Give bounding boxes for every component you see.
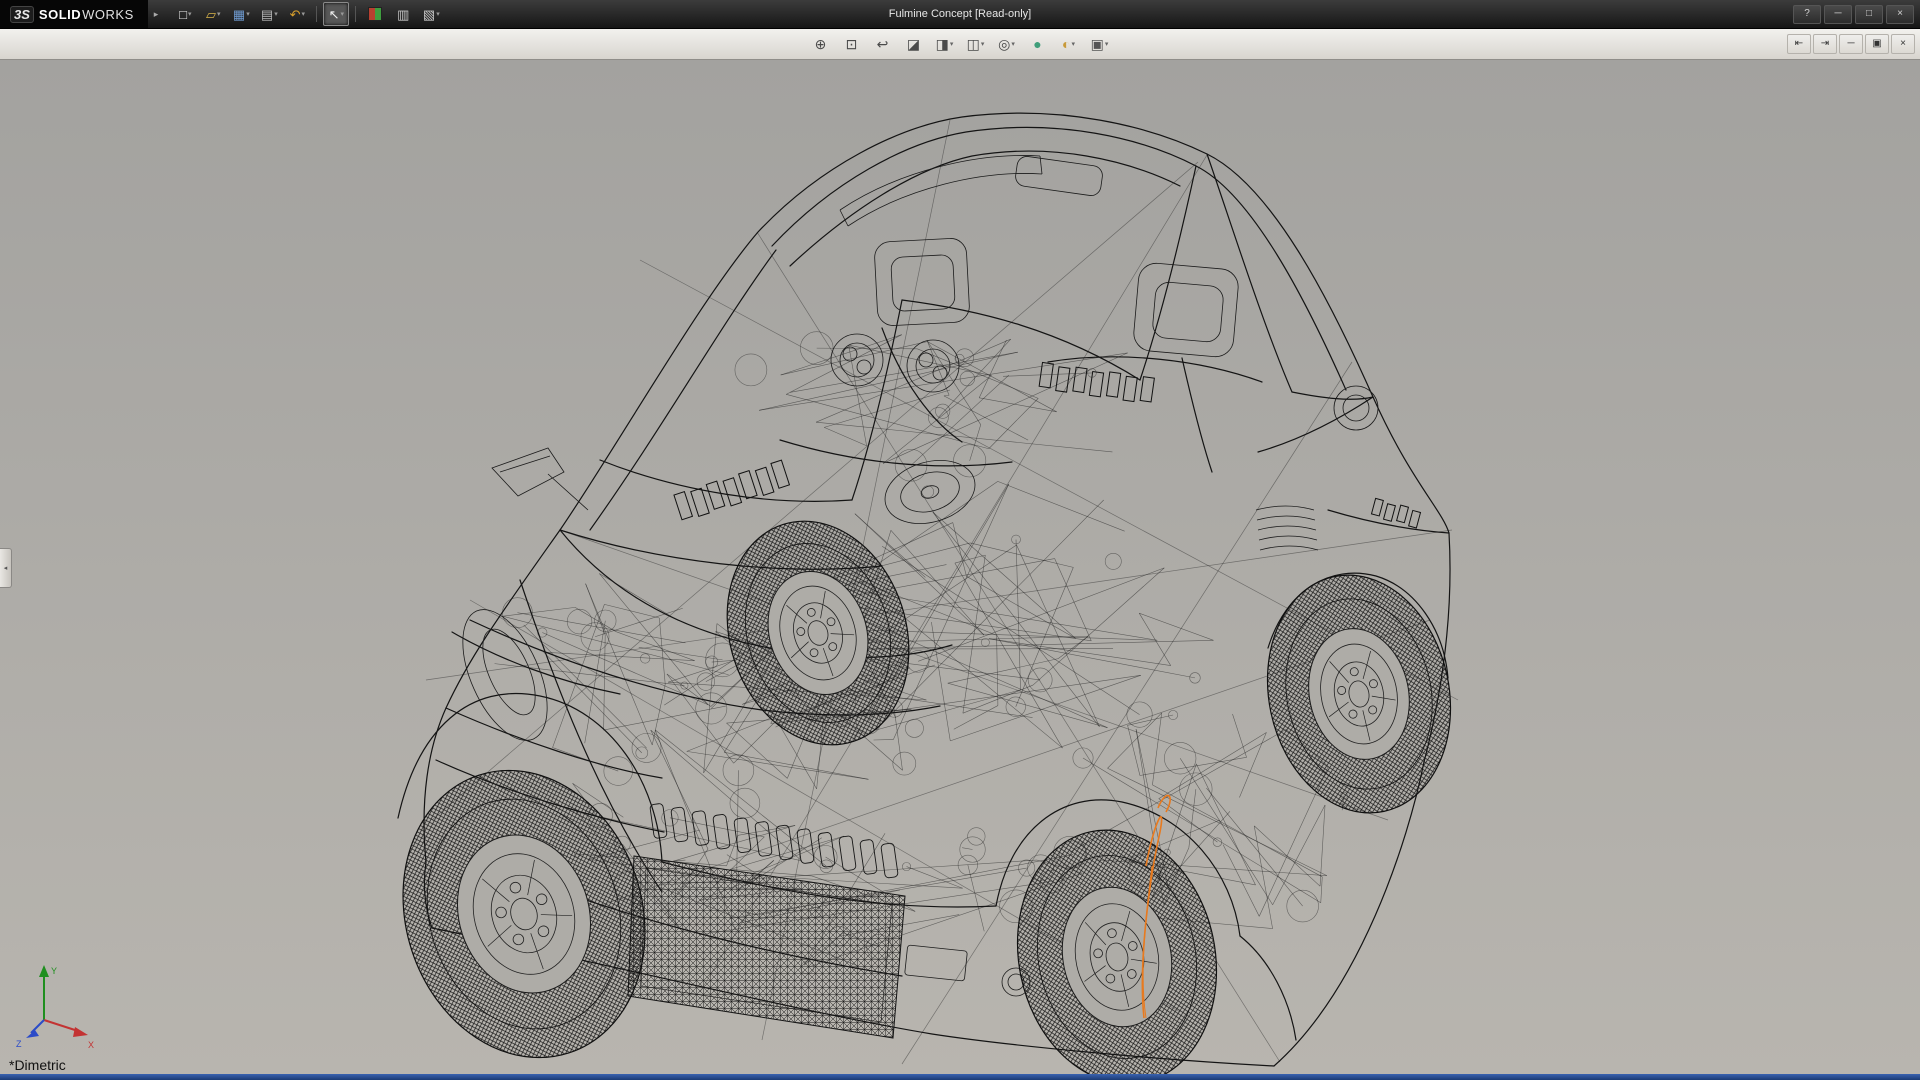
zoom-to-fit-icon: ⊕	[815, 37, 827, 51]
doc-minimize-button[interactable]: ─	[1839, 34, 1863, 54]
edit-appearance-icon: ●	[1033, 37, 1041, 51]
close-icon: ×	[1897, 9, 1903, 19]
window-title: Fulmine Concept [Read-only]	[889, 8, 1031, 20]
print-button[interactable]: ▤▾	[256, 2, 282, 26]
triad-x-arrow	[73, 1027, 88, 1037]
menu-expand-arrow-icon[interactable]: ▸	[154, 9, 159, 20]
selection-filter-button[interactable]	[362, 2, 388, 26]
solidworks-window: 3S SOLID WORKS ▸ □▾▱▾▦▾▤▾↶▾↖▾▥▧▾ Fulmine…	[0, 0, 1920, 1080]
save-icon: ▦	[233, 8, 245, 21]
select-icon: ↖	[329, 8, 340, 21]
edit-appearance-button[interactable]: ●	[1025, 32, 1051, 56]
section-view-icon: ◪	[907, 37, 920, 51]
apply-scene-icon: ◐	[1062, 37, 1070, 51]
pane-right-button[interactable]: ⇥	[1813, 34, 1837, 54]
doc-restore-icon: ▣	[1872, 39, 1881, 49]
undo-button[interactable]: ↶▾	[284, 2, 310, 26]
previous-view-icon: ↩	[877, 37, 889, 51]
zoom-to-fit-button[interactable]: ⊕	[808, 32, 834, 56]
zoom-to-area-button[interactable]: ⊡	[839, 32, 865, 56]
help-icon: ?	[1804, 9, 1810, 19]
zoom-to-area-icon: ⊡	[846, 37, 858, 51]
toolbar-separator	[355, 6, 356, 22]
toolbar-separator	[316, 6, 317, 22]
options-button[interactable]: ▧▾	[418, 2, 444, 26]
open-document-dropdown[interactable]: ▾	[217, 10, 221, 18]
undo-icon: ↶	[290, 8, 301, 21]
pane-left-button[interactable]: ⇤	[1787, 34, 1811, 54]
triad-y-label: Y	[51, 966, 57, 976]
orientation-triad: Y X Z	[14, 958, 100, 1050]
hide-show-items-button[interactable]: ◎▾	[994, 32, 1020, 56]
apply-scene-button[interactable]: ◐▾	[1056, 32, 1082, 56]
select-button[interactable]: ↖▾	[323, 2, 349, 26]
save-button[interactable]: ▦▾	[228, 2, 254, 26]
view-settings-icon: ▣	[1091, 37, 1104, 51]
apply-scene-dropdown[interactable]: ▾	[1071, 40, 1075, 48]
section-view-button[interactable]: ◪	[901, 32, 927, 56]
feature-panel-collapse-tab[interactable]: ◂	[0, 548, 12, 588]
triad-x-label: X	[88, 1040, 94, 1050]
brand-name-bold: SOLID	[39, 7, 81, 22]
view-orientation-button[interactable]: ◨▾	[932, 32, 958, 56]
triad-y-arrow	[39, 965, 49, 977]
print-icon: ▤	[261, 8, 273, 21]
wheel[interactable]	[367, 739, 682, 1074]
model-wireframe[interactable]	[0, 60, 1920, 1074]
wheel[interactable]	[699, 497, 937, 768]
view-orientation-dropdown[interactable]: ▾	[950, 40, 954, 48]
brand-name-light: WORKS	[82, 7, 134, 22]
minimize-icon: ─	[1834, 9, 1841, 19]
options-icon: ▧	[423, 8, 435, 21]
pane-left-icon: ⇤	[1795, 39, 1803, 49]
undo-dropdown[interactable]: ▾	[301, 10, 305, 18]
new-document-button[interactable]: □▾	[172, 2, 198, 26]
doc-close-button[interactable]: ×	[1891, 34, 1915, 54]
view-orientation-label: *Dimetric	[9, 1057, 66, 1073]
open-document-icon: ▱	[206, 8, 216, 21]
maximize-button[interactable]: □	[1855, 5, 1883, 24]
display-style-icon: ◫	[967, 37, 980, 51]
triad-z-label: Z	[16, 1039, 22, 1049]
main-toolbar: □▾▱▾▦▾▤▾↶▾↖▾▥▧▾	[172, 2, 444, 26]
doc-minimize-icon: ─	[1847, 39, 1854, 49]
view-settings-dropdown[interactable]: ▾	[1105, 40, 1109, 48]
doc-close-icon: ×	[1900, 39, 1906, 49]
close-button[interactable]: ×	[1886, 5, 1914, 24]
grille-mesh	[628, 856, 905, 1038]
maximize-icon: □	[1866, 9, 1872, 19]
solidworks-logo: 3S SOLID WORKS	[0, 0, 148, 28]
display-style-dropdown[interactable]: ▾	[981, 40, 985, 48]
view-toolbar-row: ⊕⊡↩◪◨▾◫▾◎▾●◐▾▣▾ ⇤⇥─▣×	[0, 29, 1920, 60]
open-document-button[interactable]: ▱▾	[200, 2, 226, 26]
pane-right-icon: ⇥	[1821, 39, 1829, 49]
file-properties-button[interactable]: ▥	[390, 2, 416, 26]
help-button[interactable]: ?	[1793, 5, 1821, 24]
save-dropdown[interactable]: ▾	[246, 10, 250, 18]
new-document-icon: □	[179, 8, 187, 21]
title-bar: 3S SOLID WORKS ▸ □▾▱▾▦▾▤▾↶▾↖▾▥▧▾ Fulmine…	[0, 0, 1920, 29]
new-document-dropdown[interactable]: ▾	[188, 10, 192, 18]
display-style-button[interactable]: ◫▾	[963, 32, 989, 56]
view-orientation-icon: ◨	[936, 37, 949, 51]
document-window-controls: ⇤ ⇥ ─ ▣ ×	[1787, 34, 1915, 54]
doc-restore-button[interactable]: ▣	[1865, 34, 1889, 54]
heads-up-view-toolbar: ⊕⊡↩◪◨▾◫▾◎▾●◐▾▣▾	[808, 32, 1113, 56]
graphics-area[interactable]: ◂ Y X Z *Dimetric	[0, 60, 1920, 1074]
file-properties-icon: ▥	[397, 8, 409, 21]
hide-show-items-dropdown[interactable]: ▾	[1011, 40, 1015, 48]
print-dropdown[interactable]: ▾	[274, 10, 278, 18]
selection-filter-icon	[368, 7, 382, 21]
select-dropdown[interactable]: ▾	[340, 10, 344, 18]
view-settings-button[interactable]: ▣▾	[1087, 32, 1113, 56]
previous-view-button[interactable]: ↩	[870, 32, 896, 56]
hide-show-items-icon: ◎	[998, 37, 1010, 51]
minimize-button[interactable]: ─	[1824, 5, 1852, 24]
options-dropdown[interactable]: ▾	[436, 10, 440, 18]
taskbar-strip	[0, 1074, 1920, 1080]
window-controls: ? ─ □ ×	[1793, 5, 1920, 24]
wheel[interactable]	[1246, 558, 1472, 830]
dassault-mark-icon: 3S	[10, 6, 34, 23]
